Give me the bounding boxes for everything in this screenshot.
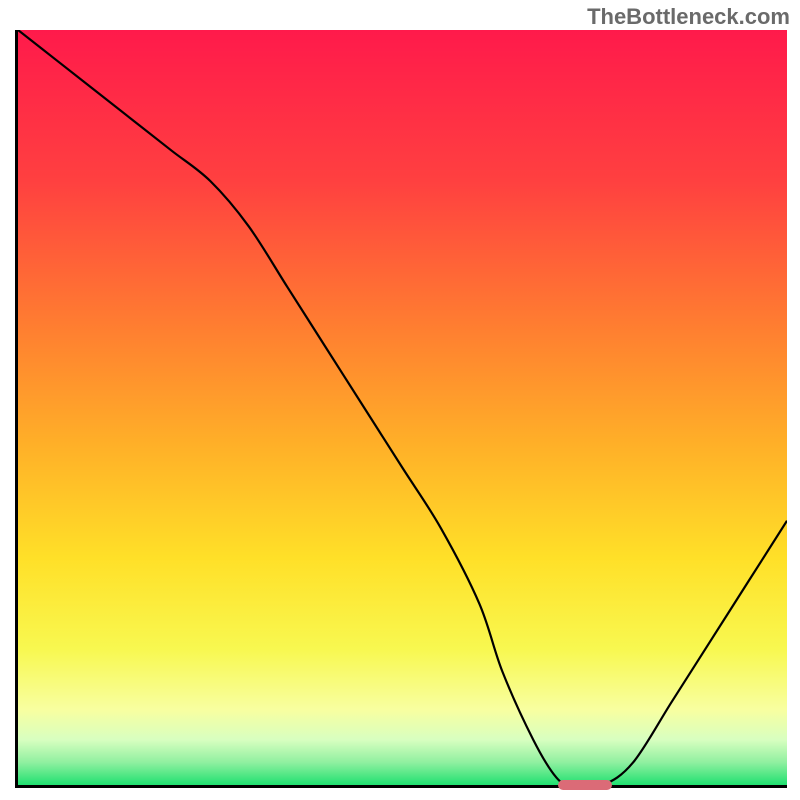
optimal-marker [558, 780, 612, 790]
chart-container: TheBottleneck.com [0, 0, 800, 800]
plot-area [15, 30, 787, 788]
gradient-background [18, 30, 787, 785]
watermark-text: TheBottleneck.com [587, 4, 790, 30]
